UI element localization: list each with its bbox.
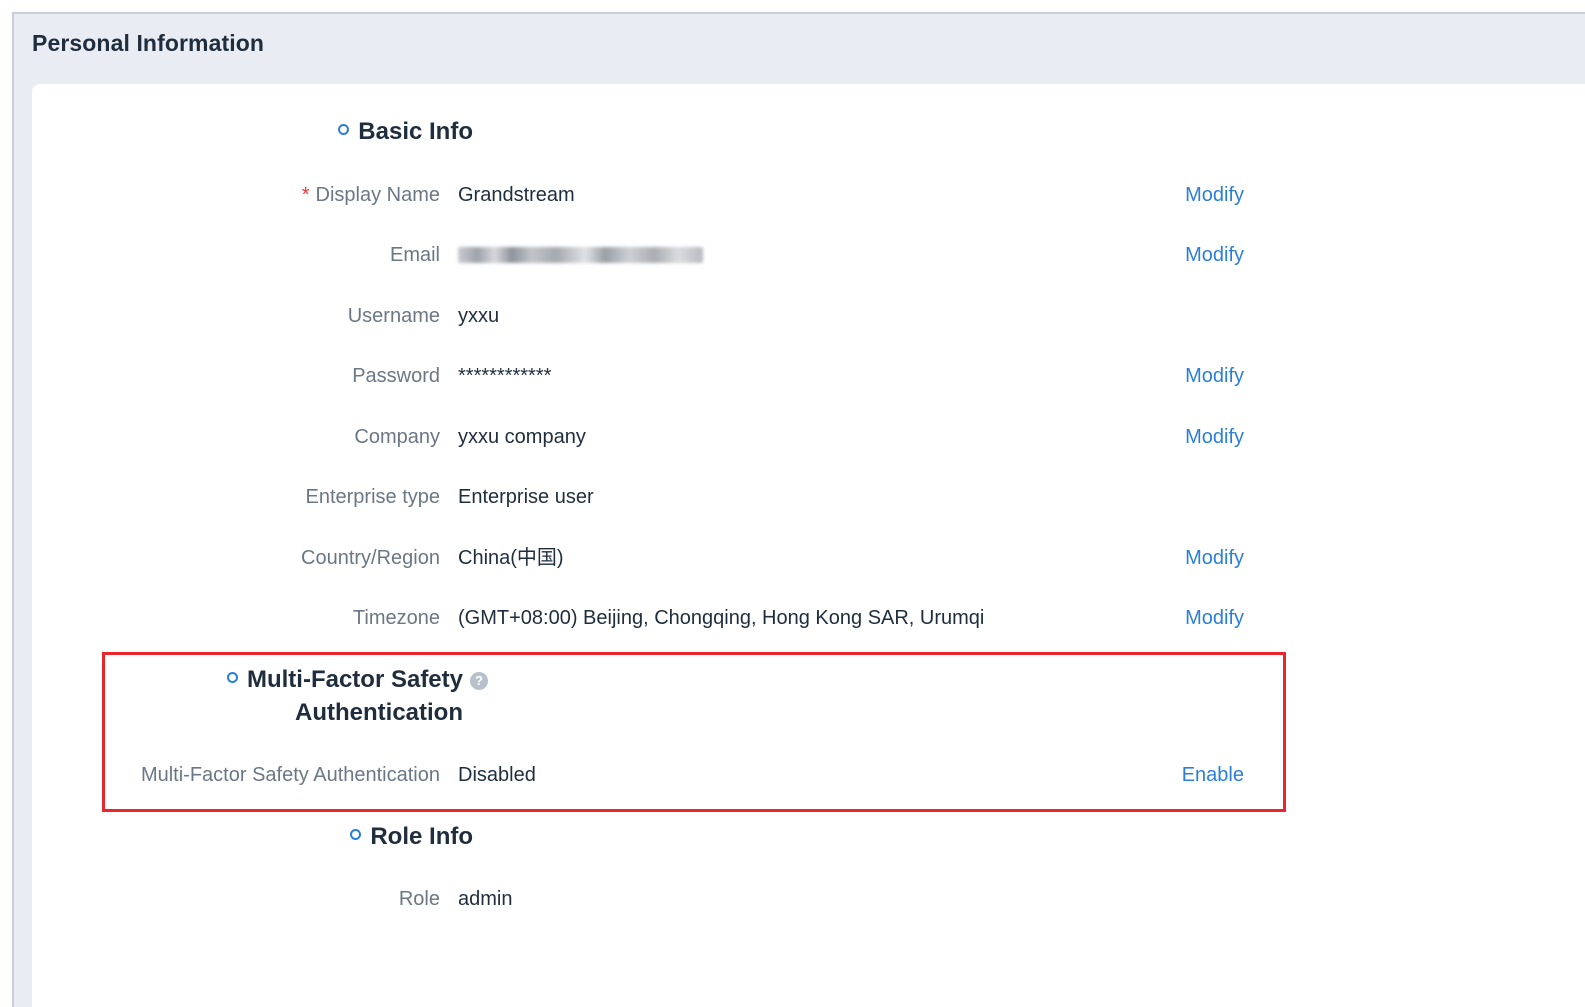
section-title-role-info: Role Info [350,820,473,853]
question-circle-icon[interactable]: ? [470,672,488,690]
info-row-mfa: Multi-Factor Safety Authentication Disab… [0,760,1300,790]
required-marker: * [301,184,310,206]
row-label: Username [347,305,440,327]
row-value: ************ [458,365,552,387]
info-row-timezone: Timezone (GMT+08:00) Beijing, Chongqing,… [0,603,1300,633]
row-value: admin [458,888,513,910]
row-label-text: Display Name [315,184,440,206]
row-value: Grandstream [458,184,575,206]
row-label: * Display Name [302,180,440,210]
row-label: Enterprise type [305,486,440,508]
row-value: Disabled [458,764,536,786]
mfa-title-text-1: Multi-Factor Safety [246,666,463,693]
info-row-company: Company yxxu company Modify [0,422,1300,452]
section-title-mfa: Multi-Factor Safety Authentication [226,663,463,729]
row-value-email-redacted [458,240,703,270]
info-row-role: Role admin [0,884,1300,914]
section-title-text: Role Info [370,823,473,850]
row-label: Password [352,365,440,387]
modify-email-link[interactable]: Modify [1185,240,1244,270]
section-dot-icon [226,672,238,684]
row-value: (GMT+08:00) Beijing, Chongqing, Hong Kon… [458,607,985,629]
row-label: Email [389,244,440,266]
row-label: Multi-Factor Safety Authentication [140,764,440,786]
row-value: yxxu company [458,426,586,448]
section-dot-icon [350,829,362,841]
mfa-title-line2: Authentication [295,699,463,726]
row-value: yxxu [458,305,500,327]
modify-timezone-link[interactable]: Modify [1185,603,1244,633]
content-layer: Basic Info * Display Name Grandstream Mod… [0,0,1585,1007]
modify-display-name-link[interactable]: Modify [1185,180,1244,210]
redacted-email [458,247,703,263]
row-label: Role [398,888,440,910]
row-value: Enterprise user [458,486,594,508]
modify-country-region-link[interactable]: Modify [1185,543,1244,573]
info-row-display-name: * Display Name Grandstream Modify [0,180,1300,210]
info-row-email: Email Modify [0,240,1300,270]
section-dot-icon [338,124,350,136]
info-row-country-region: Country/Region China(中国) Modify [0,543,1300,573]
row-value: China(中国) [458,547,564,569]
row-label: Country/Region [301,547,440,569]
modify-password-link[interactable]: Modify [1185,361,1244,391]
row-label: Company [354,426,440,448]
enable-mfa-link[interactable]: Enable [1182,760,1244,790]
info-row-password: Password ************ Modify [0,361,1300,391]
info-row-enterprise-type: Enterprise type Enterprise user [0,482,1300,512]
section-title-text: Basic Info [358,118,473,145]
modify-company-link[interactable]: Modify [1185,422,1244,452]
row-label: Timezone [352,607,440,629]
info-row-username: Username yxxu [0,301,1300,331]
mfa-title-line1: Multi-Factor Safety [226,663,463,696]
section-title-basic-info: Basic Info [338,115,473,148]
